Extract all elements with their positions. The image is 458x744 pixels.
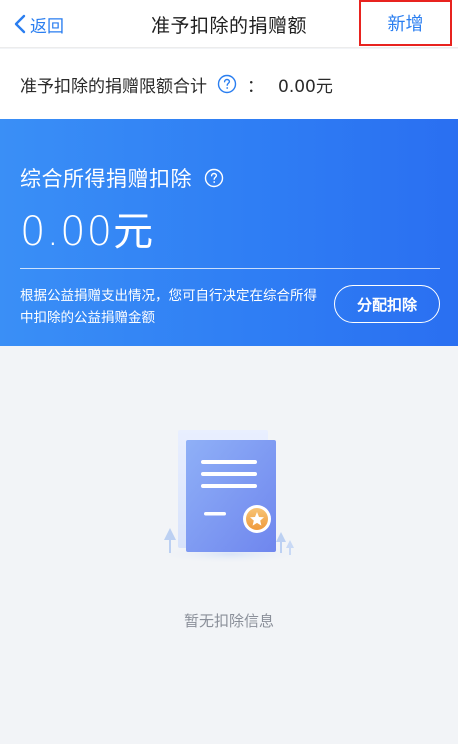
summary-label: 准予扣除的捐赠限额合计 [20,76,207,97]
empty-state-message: 暂无扣除信息 [183,612,274,630]
allocate-label: 分配扣除 [356,295,417,314]
card-title: 综合所得捐赠扣除 [20,167,192,191]
card-title-row: 综合所得捐赠扣除 [20,163,224,193]
navbar: 返回 准予扣除的捐赠额 新增 [0,0,458,48]
add-label: 新增 [387,14,424,35]
card-description: 根据公益捐赠支出情况，您可自行决定在综合所得中扣除的公益捐赠金额 [20,288,317,326]
document-badge-icon [150,420,310,570]
app-root: 返回 准予扣除的捐赠额 新增 准予扣除的捐赠限额合计 ： 0.00元 综合所得捐… [0,0,458,744]
allocate-deduction-button[interactable]: 分配扣除 [334,285,440,323]
summary-value: 0.00元 [278,76,333,97]
help-icon[interactable] [204,168,224,188]
summary-separator: ： [247,76,264,97]
add-button[interactable]: 新增 [359,0,452,46]
donation-limit-summary: 准予扣除的捐赠限额合计 ： 0.00元 [0,49,458,119]
card-divider [20,268,440,269]
help-icon[interactable] [217,74,237,94]
deduction-card: 综合所得捐赠扣除 0.00元 根据公益捐赠支出情况，您可自行决定在综合所得中扣除… [0,119,458,346]
card-amount: 0.00元 [20,209,155,255]
